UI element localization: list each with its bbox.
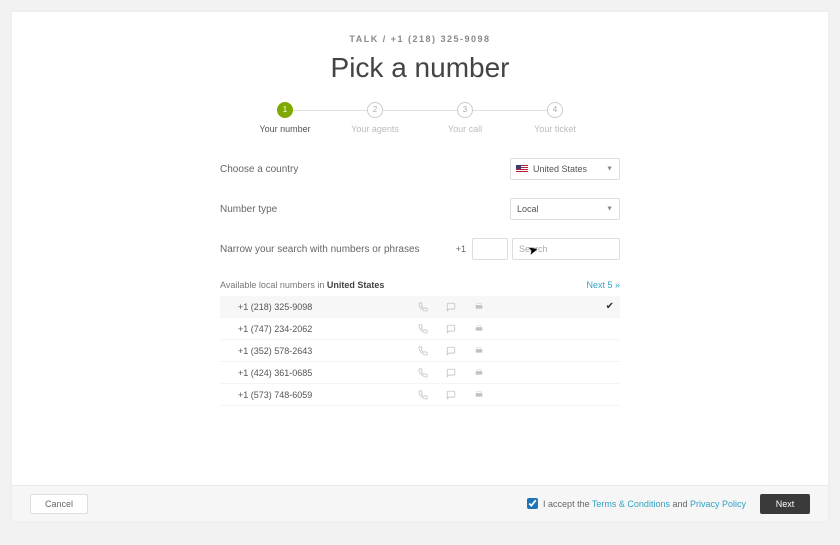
fax-icon [474,302,484,312]
privacy-link[interactable]: Privacy Policy [690,499,746,509]
step-label: Your call [420,124,510,134]
row-number-type: Number type Local ▼ [220,198,620,220]
voice-icon [418,390,428,400]
step-label: Your ticket [510,124,600,134]
phone-number: +1 (424) 361-0685 [238,368,418,378]
sms-icon [446,346,456,356]
next-button[interactable]: Next [760,494,810,514]
step-circle: 2 [367,102,383,118]
cancel-button[interactable]: Cancel [30,494,88,514]
dial-prefix: +1 [456,244,466,254]
step-circle: 3 [457,102,473,118]
stepper: 1 Your number 2 Your agents 3 Your call 4 Your … [12,102,828,134]
sms-icon [446,368,456,378]
fax-icon [474,346,484,356]
voice-icon [418,302,428,312]
row-narrow: Narrow your search with numbers or phras… [220,238,620,260]
terms-acceptance[interactable]: I accept the Terms & Conditions and Priv… [527,498,746,509]
phone-number: +1 (747) 234-2062 [238,324,418,334]
fax-icon [474,368,484,378]
voice-icon [418,324,428,334]
breadcrumb: TALK / +1 (218) 325-9098 [12,34,828,44]
narrow-label: Narrow your search with numbers or phras… [220,244,420,255]
voice-icon [418,368,428,378]
row-country: Choose a country United States ▼ [220,158,620,180]
sms-icon [446,324,456,334]
content: TALK / +1 (218) 325-9098 Pick a number 1… [12,12,828,485]
step-circle: 4 [547,102,563,118]
step-label: Your agents [330,124,420,134]
type-label: Number type [220,204,277,215]
number-row[interactable]: +1 (352) 578-2643 [220,340,620,362]
next-page-link[interactable]: Next 5 » [586,280,620,290]
form-area: Choose a country United States ▼ Number … [220,158,620,406]
step-circle: 1 [277,102,293,118]
chevron-down-icon: ▼ [606,206,613,213]
voice-icon [418,346,428,356]
narrow-inputs: +1 [456,238,620,260]
us-flag-icon [516,165,528,173]
numbers-table: +1 (218) 325-9098 ✔ +1 (747) 234-2062 +1 (3… [220,296,620,406]
phone-number: +1 (352) 578-2643 [238,346,418,356]
area-code-input[interactable] [472,238,508,260]
available-label: Available local numbers in United States [220,280,384,290]
sms-icon [446,302,456,312]
type-select[interactable]: Local ▼ [510,198,620,220]
number-row[interactable]: +1 (218) 325-9098 ✔ [220,296,620,318]
step-4[interactable]: 4 Your ticket [510,102,600,134]
phone-number: +1 (573) 748-6059 [238,390,418,400]
check-icon: ✔ [606,301,614,312]
chevron-down-icon: ▼ [606,166,613,173]
phone-number: +1 (218) 325-9098 [238,302,418,312]
country-select[interactable]: United States ▼ [510,158,620,180]
type-value: Local [517,204,539,214]
page-title: Pick a number [12,52,828,84]
terms-checkbox[interactable] [527,498,538,509]
footer: Cancel I accept the Terms & Conditions a… [12,485,828,521]
country-value: United States [533,164,587,174]
step-1[interactable]: 1 Your number [240,102,330,134]
page: TALK / +1 (218) 325-9098 Pick a number 1… [12,12,828,521]
terms-link[interactable]: Terms & Conditions [592,499,670,509]
step-label: Your number [240,124,330,134]
country-label: Choose a country [220,164,298,175]
number-row[interactable]: +1 (424) 361-0685 [220,362,620,384]
list-header: Available local numbers in United States… [220,280,620,290]
number-row[interactable]: +1 (747) 234-2062 [220,318,620,340]
search-input[interactable] [512,238,620,260]
fax-icon [474,324,484,334]
step-2[interactable]: 2 Your agents [330,102,420,134]
number-row[interactable]: +1 (573) 748-6059 [220,384,620,406]
fax-icon [474,390,484,400]
step-3[interactable]: 3 Your call [420,102,510,134]
sms-icon [446,390,456,400]
